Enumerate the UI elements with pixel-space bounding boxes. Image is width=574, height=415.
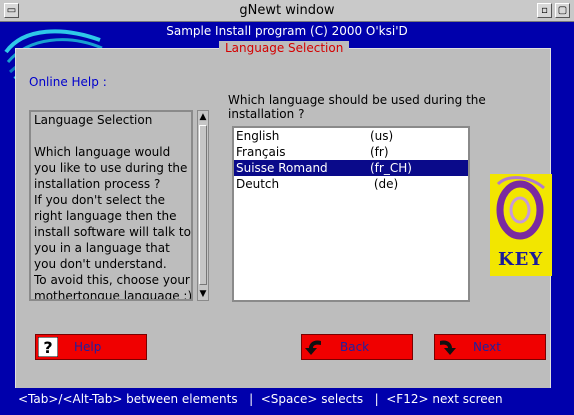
scroll-thumb[interactable]	[199, 125, 207, 285]
scroll-up-icon[interactable]: ▲	[198, 111, 208, 123]
language-option[interactable]: Deutch (de)	[234, 176, 468, 192]
scroll-down-icon[interactable]: ▼	[198, 288, 208, 300]
dialog-title: Language Selection	[219, 41, 350, 55]
language-dialog: Language Selection Online Help : Languag…	[15, 41, 552, 395]
install-screen: Sample Install program (C) 2000 O'ksi'D …	[0, 22, 574, 415]
language-code: (fr_CH)	[370, 161, 412, 175]
minimize-button[interactable]: ▫	[537, 3, 552, 18]
language-option[interactable]: Suisse Romand (fr_CH)	[234, 160, 468, 176]
language-code: (de)	[370, 177, 399, 191]
help-scrollbar[interactable]: ▲ ▼	[197, 110, 209, 301]
window-title: gNewt window	[239, 3, 335, 18]
language-option[interactable]: English (us)	[234, 128, 468, 144]
online-help-label: Online Help :	[29, 75, 107, 89]
language-name: Français	[236, 145, 286, 159]
svg-text:?: ?	[43, 338, 52, 357]
help-button[interactable]: ? Help	[35, 334, 147, 360]
help-icon: ?	[38, 337, 58, 357]
help-button-label: Help	[74, 340, 102, 354]
language-name: English	[236, 129, 280, 143]
language-code: (fr)	[370, 145, 389, 159]
language-question: Which language should be used during the…	[228, 93, 486, 121]
statusbar: <Tab>/<Alt-Tab> between elements | <Spac…	[0, 388, 574, 415]
next-button-label: Next	[473, 340, 501, 354]
help-text: Language Selection Which language would …	[34, 113, 193, 301]
back-arrow-icon	[305, 340, 321, 355]
language-option[interactable]: Français (fr)	[234, 144, 468, 160]
statusbar-text: <Tab>/<Alt-Tab> between elements | <Spac…	[18, 392, 503, 406]
language-name: Deutch	[236, 177, 280, 191]
language-code: (us)	[370, 129, 394, 143]
help-textbox[interactable]: Language Selection Which language would …	[29, 110, 193, 301]
installer-title: Sample Install program (C) 2000 O'ksi'D	[166, 24, 408, 38]
key-logo-art	[496, 176, 545, 240]
window-titlebar[interactable]: ▭ gNewt window ▫ ▢	[0, 0, 574, 22]
next-button[interactable]: Next	[434, 334, 546, 360]
key-logo-text: KEY	[498, 249, 544, 270]
key-logo: KEY	[490, 174, 552, 276]
maximize-button[interactable]: ▢	[555, 3, 570, 18]
back-button-label: Back	[340, 340, 370, 354]
next-arrow-icon	[440, 340, 456, 355]
back-button[interactable]: Back	[301, 334, 413, 360]
language-name: Suisse Romand	[236, 161, 328, 175]
language-listbox[interactable]: English (us) Français (fr) Suisse Romand (fr_…	[232, 126, 470, 302]
